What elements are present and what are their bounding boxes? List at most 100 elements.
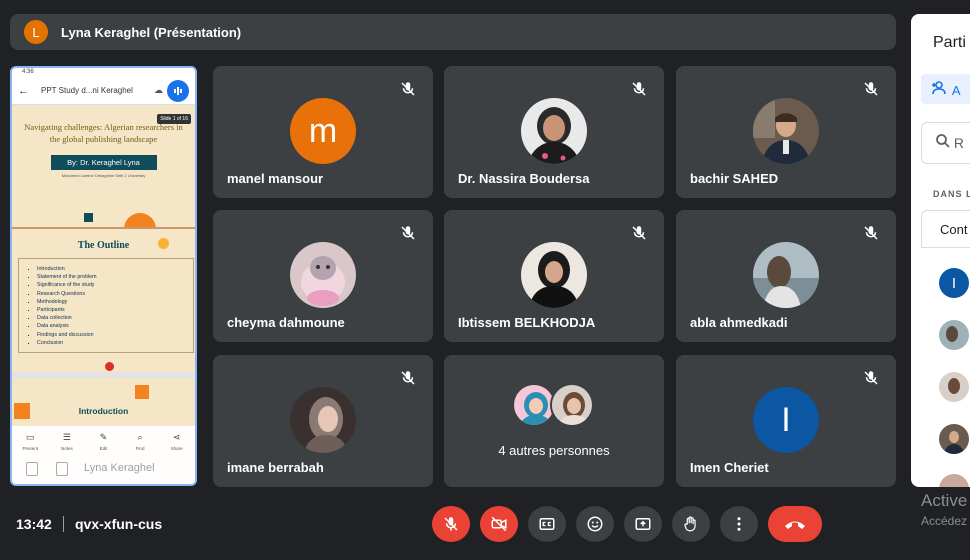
participant-tile[interactable]: Dr. Nassira Boudersa <box>444 66 664 198</box>
captions-icon <box>539 518 555 530</box>
slide-outline-list: Introduction Statement of the problem Si… <box>18 258 194 353</box>
participant-name: imane berrabah <box>227 460 324 475</box>
presenter-banner: L Lyna Keraghel (Présentation) <box>10 14 896 50</box>
notes-icon: ☰ <box>62 432 71 442</box>
mic-off-icon <box>632 226 646 240</box>
avatar-photo <box>753 98 819 164</box>
captions-button[interactable] <box>528 506 566 542</box>
avatar: m <box>290 98 356 164</box>
slide-decor-band <box>12 372 195 378</box>
presenter-label: Lyna Keraghel (Présentation) <box>61 24 242 40</box>
tool-label: Notes <box>61 446 73 451</box>
toggle-camera-button[interactable] <box>480 506 518 542</box>
slide-author: By: Dr. Keraghel Lyna <box>50 155 157 170</box>
tool-edit-button[interactable]: ✎ Edit <box>86 432 120 451</box>
shared-screen[interactable]: 4:36 ← PPT Study d...ni Keraghel ☁ Slide… <box>10 66 197 486</box>
participant-tile[interactable]: I Imen Cheriet <box>676 355 896 487</box>
phone-bottom-toolbar: ▭ Present ☰ Notes ✎ Edit ⌕ Find ⋖ Share … <box>12 426 195 484</box>
outline-item: Research Questions <box>37 290 193 298</box>
participant-name: Dr. Nassira Boudersa <box>458 171 590 186</box>
emoji-icon <box>587 516 603 532</box>
phone-doc-title: PPT Study d...ni Keraghel <box>41 86 133 95</box>
meeting-time: 13:42 <box>16 516 52 532</box>
outline-item: Conclusion <box>37 339 193 347</box>
slide-counter-badge: Slide 1 of 16 <box>157 114 191 124</box>
slide-decor-red-dot <box>105 362 114 371</box>
participant-tile[interactable]: Ibtissem BELKHODJA <box>444 210 664 342</box>
participant-avatar[interactable]: I <box>939 268 969 298</box>
end-call-button[interactable] <box>768 506 822 542</box>
avatar-photo <box>753 242 819 308</box>
toggle-mic-button[interactable] <box>432 506 470 542</box>
activation-watermark: Active <box>921 491 968 510</box>
raise-hand-button[interactable] <box>672 506 710 542</box>
activation-watermark-sub: Accédez <box>921 514 968 528</box>
presenter-name-overlay: Lyna Keraghel <box>84 462 155 474</box>
tool-share-button[interactable]: ⋖ Share <box>160 432 194 451</box>
outline-item: Findings and discussion <box>37 331 193 339</box>
outline-item: Significance of the study <box>37 281 193 289</box>
outline-item: Methodology <box>37 298 193 306</box>
participant-name: manel mansour <box>227 171 324 186</box>
tool-label: Present <box>22 446 39 451</box>
audio-indicator-icon <box>167 79 189 102</box>
slide-next-title: Introduction <box>78 406 129 416</box>
participant-avatar[interactable] <box>939 424 969 454</box>
present-now-button[interactable] <box>624 506 662 542</box>
phone-app-bar: ← PPT Study d...ni Keraghel ☁ <box>12 77 195 105</box>
mic-off-icon <box>864 371 878 385</box>
present-icon: ▭ <box>26 432 35 442</box>
search-icon <box>936 134 954 151</box>
mic-off-icon <box>864 82 878 96</box>
slide-divider <box>12 227 195 229</box>
others-tile[interactable]: 4 autres personnes <box>444 355 664 487</box>
add-people-button[interactable]: A <box>921 74 970 104</box>
mic-off-icon <box>401 371 415 385</box>
participant-name: cheyma dahmoune <box>227 315 345 330</box>
search-participants-input[interactable]: R <box>921 122 970 164</box>
mic-off-icon <box>401 226 415 240</box>
participant-name: Ibtissem BELKHODJA <box>458 315 596 330</box>
tool-notes-button[interactable]: ☰ Notes <box>50 432 84 451</box>
back-arrow-icon: ← <box>18 84 29 97</box>
divider <box>63 516 64 532</box>
participant-name: Imen Cheriet <box>690 460 769 475</box>
search-placeholder: R <box>953 135 965 151</box>
tool-find-button[interactable]: ⌕ Find <box>123 432 157 451</box>
others-avatars <box>512 383 596 427</box>
participant-avatar[interactable] <box>939 320 969 350</box>
participant-avatar[interactable] <box>939 372 969 402</box>
participant-tile[interactable]: m manel mansour <box>213 66 433 198</box>
participant-tile[interactable]: bachir SAHED <box>676 66 896 198</box>
tool-label: Share <box>170 446 183 451</box>
participants-panel: Parti A R DANS L Cont I <box>911 14 970 487</box>
mic-off-icon <box>444 517 458 531</box>
tool-label: Edit <box>99 446 108 451</box>
mic-off-icon <box>401 82 415 96</box>
others-count-label: 4 autres personnes <box>498 443 610 458</box>
cloud-icon: ☁ <box>154 85 163 95</box>
more-options-button[interactable] <box>720 506 758 542</box>
participant-tile[interactable]: abla ahmedkadi <box>676 210 896 342</box>
participant-name: abla ahmedkadi <box>690 315 788 330</box>
participant-tile[interactable]: cheyma dahmoune <box>213 210 433 342</box>
participant-avatar[interactable] <box>939 474 969 487</box>
outline-item: Data analysis <box>37 322 193 330</box>
slide-decor-dot <box>158 238 169 249</box>
contributors-dropdown[interactable]: Cont <box>921 210 970 248</box>
tool-present-button[interactable]: ▭ Present <box>13 432 47 451</box>
present-now-icon <box>635 518 651 530</box>
panel-title: Parti <box>933 34 966 51</box>
avatar-photo <box>290 242 356 308</box>
avatar-photo <box>521 98 587 164</box>
reactions-button[interactable] <box>576 506 614 542</box>
pin-icon <box>26 462 38 476</box>
participant-tile[interactable]: imane berrabah <box>213 355 433 487</box>
raise-hand-icon <box>684 516 696 532</box>
camera-off-icon <box>491 516 507 532</box>
mic-off-icon <box>864 226 878 240</box>
slide-affiliation: Mohamed Lamine Debaghine Setif 2 Univers… <box>61 173 146 178</box>
slide-title: Navigating challenges: Algerian research… <box>24 122 183 144</box>
tool-label: Find <box>135 446 145 451</box>
outline-item: Introduction <box>37 265 193 273</box>
